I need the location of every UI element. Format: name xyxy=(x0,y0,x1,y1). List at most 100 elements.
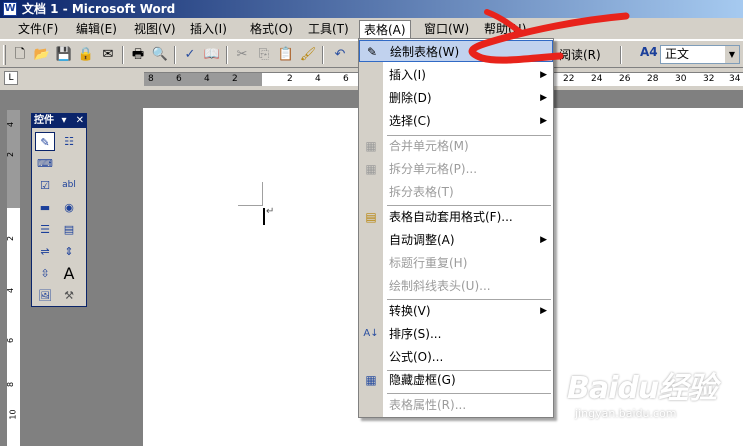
ruler-tick-label: 10 xyxy=(8,409,18,420)
menu-help[interactable]: 帮助(H) xyxy=(480,20,530,38)
properties-icon[interactable]: ☷ xyxy=(59,132,79,151)
menu-item-insert[interactable]: 插入(I) ▶ xyxy=(359,64,553,86)
toolbar-grip[interactable] xyxy=(3,45,6,65)
menu-item-label: 删除(D) xyxy=(389,91,432,105)
more-controls-icon[interactable]: ⚒ xyxy=(59,286,79,305)
table-menu-dropdown: ✎ 绘制表格(W) 插入(I) ▶ 删除(D) ▶ 选择(C) ▶ ▦ 合并单元… xyxy=(358,38,554,418)
image-icon[interactable]: 🖼 xyxy=(35,286,55,305)
pencil-icon: ✎ xyxy=(366,45,378,59)
menu-window[interactable]: 窗口(W) xyxy=(420,20,473,38)
toolbox-title: 控件 xyxy=(34,115,54,126)
cut-icon[interactable]: ✂ xyxy=(232,45,252,65)
toolbar-separator xyxy=(620,46,622,64)
research-icon[interactable]: 📖 xyxy=(202,45,222,65)
ruler-tick-label: 4 xyxy=(204,74,210,84)
ruler-tick-label: 24 xyxy=(591,74,603,84)
paste-icon[interactable]: 📋 xyxy=(276,45,296,65)
ruler-tick-label: 4 xyxy=(6,287,16,294)
style-dropdown[interactable]: 正文 ▼ xyxy=(660,45,740,64)
close-icon[interactable]: ✕ xyxy=(76,114,84,128)
checkbox-icon[interactable]: ☑ xyxy=(35,176,55,195)
read-button[interactable]: 阅读(R) xyxy=(555,45,601,65)
menu-item-label: 绘制斜线表头(U)... xyxy=(389,279,491,293)
menu-item-label: 标题行重复(H) xyxy=(389,256,468,270)
menu-item-formula[interactable]: 公式(O)... xyxy=(359,346,553,368)
spin-button-icon[interactable]: ⇕ xyxy=(59,242,79,261)
toolbar-separator xyxy=(226,46,228,64)
sort-az-icon: A↓ xyxy=(363,328,379,339)
menu-item-split-cells[interactable]: ▦ 拆分单元格(P)... xyxy=(359,158,553,180)
email-icon[interactable]: ✉ xyxy=(98,45,118,65)
toolbox-title-bar[interactable]: 控件 ▾ ✕ xyxy=(32,114,86,128)
vertical-ruler[interactable]: 4 2 2 4 6 8 10 xyxy=(6,110,20,446)
menu-item-select[interactable]: 选择(C) ▶ xyxy=(359,110,553,132)
tab-selector-icon[interactable]: L xyxy=(4,71,18,85)
menu-tools[interactable]: 工具(T) xyxy=(304,20,353,38)
menu-item-draw-table[interactable]: ✎ 绘制表格(W) xyxy=(359,40,553,62)
command-button-icon[interactable]: ▬ xyxy=(35,198,55,217)
print-icon[interactable]: 🖶 xyxy=(128,45,148,65)
menu-item-convert[interactable]: 转换(V) ▶ xyxy=(359,300,553,322)
permission-icon[interactable]: 🔒 xyxy=(76,45,96,65)
menu-format[interactable]: 格式(O) xyxy=(246,20,297,38)
design-mode-icon[interactable]: ✎ xyxy=(35,132,55,151)
print-preview-icon[interactable]: 🔍 xyxy=(150,45,170,65)
menu-item-heading-rows-repeat[interactable]: 标题行重复(H) xyxy=(359,252,553,274)
toolbox-menu-icon[interactable]: ▾ xyxy=(61,115,66,126)
ruler-tick-label: 2 xyxy=(287,74,293,84)
chevron-down-icon[interactable]: ▼ xyxy=(725,46,739,63)
list-box-icon[interactable]: ☰ xyxy=(35,220,55,239)
controls-toolbox[interactable]: 控件 ▾ ✕ ✎ ☷ ⌨ ☑ abl ▬ ◉ ☰ ▤ ⇌ ⇕ ⇳ A 🖼 ⚒ xyxy=(31,113,87,307)
ruler-tick-label: 28 xyxy=(647,74,659,84)
menu-item-split-table[interactable]: 拆分表格(T) xyxy=(359,181,553,203)
new-document-icon[interactable]: 🗋 xyxy=(10,45,30,65)
ruler-tick-label: 34 xyxy=(729,74,741,84)
submenu-arrow-icon: ▶ xyxy=(540,235,547,245)
label-icon[interactable]: A xyxy=(59,264,79,283)
menu-item-label: 拆分表格(T) xyxy=(389,185,454,199)
menu-file[interactable]: 文件(F) xyxy=(14,20,62,38)
view-code-icon[interactable]: ⌨ xyxy=(35,154,55,173)
ruler-tick-label: 2 xyxy=(232,74,238,84)
menu-table[interactable]: 表格(A) xyxy=(359,20,411,38)
option-button-icon[interactable]: ◉ xyxy=(59,198,79,217)
menu-item-label: 排序(S)... xyxy=(389,327,442,341)
menu-insert[interactable]: 插入(I) xyxy=(186,20,231,38)
menu-item-label: 拆分单元格(P)... xyxy=(389,162,478,176)
ruler-tick-label: 26 xyxy=(619,74,631,84)
textbox-icon[interactable]: abl xyxy=(59,176,79,195)
menu-item-delete[interactable]: 删除(D) ▶ xyxy=(359,87,553,109)
spelling-icon[interactable]: ✓ xyxy=(180,45,200,65)
open-folder-icon[interactable]: 📂 xyxy=(32,45,52,65)
menu-item-table-properties[interactable]: 表格属性(R)... xyxy=(359,394,553,416)
menu-item-label: 表格自动套用格式(F)... xyxy=(389,210,513,224)
menu-item-hide-gridlines[interactable]: ▦ 隐藏虚框(G) xyxy=(359,369,553,391)
ruler-tick-label: 4 xyxy=(6,121,16,128)
menu-item-merge-cells[interactable]: ▦ 合并单元格(M) xyxy=(359,135,553,157)
save-icon[interactable]: 💾 xyxy=(54,45,74,65)
menu-view[interactable]: 视图(V) xyxy=(130,20,180,38)
margin-corner-mark xyxy=(262,182,263,206)
copy-icon[interactable]: ⎘ xyxy=(254,45,274,65)
toggle-button-icon[interactable]: ⇌ xyxy=(35,242,55,261)
styles-pane-icon[interactable]: A4 xyxy=(640,45,658,59)
menu-bar: 文件(F) 编辑(E) 视图(V) 插入(I) 格式(O) 工具(T) 表格(A… xyxy=(0,18,743,40)
format-painter-icon[interactable]: 🖌 xyxy=(298,45,318,65)
menu-edit[interactable]: 编辑(E) xyxy=(72,20,121,38)
menu-item-diagonal-header[interactable]: 绘制斜线表头(U)... xyxy=(359,275,553,297)
menu-item-autofit[interactable]: 自动调整(A) ▶ xyxy=(359,229,553,251)
menu-item-label: 表格属性(R)... xyxy=(389,398,467,412)
undo-icon[interactable]: ↶ xyxy=(330,45,350,65)
table-autoformat-icon: ▤ xyxy=(365,210,377,224)
menu-item-label: 转换(V) xyxy=(389,304,431,318)
split-cells-icon: ▦ xyxy=(365,162,377,176)
scroll-bar-icon[interactable]: ⇳ xyxy=(35,264,55,283)
menu-item-table-autoformat[interactable]: ▤ 表格自动套用格式(F)... xyxy=(359,206,553,228)
margin-corner-mark xyxy=(238,205,262,206)
menu-item-sort[interactable]: A↓ 排序(S)... xyxy=(359,323,553,345)
word-app-icon: W xyxy=(3,2,17,16)
combo-box-icon[interactable]: ▤ xyxy=(59,220,79,239)
menu-item-label: 公式(O)... xyxy=(389,350,444,364)
ruler-tick-label: 6 xyxy=(176,74,182,84)
submenu-arrow-icon: ▶ xyxy=(540,306,547,316)
